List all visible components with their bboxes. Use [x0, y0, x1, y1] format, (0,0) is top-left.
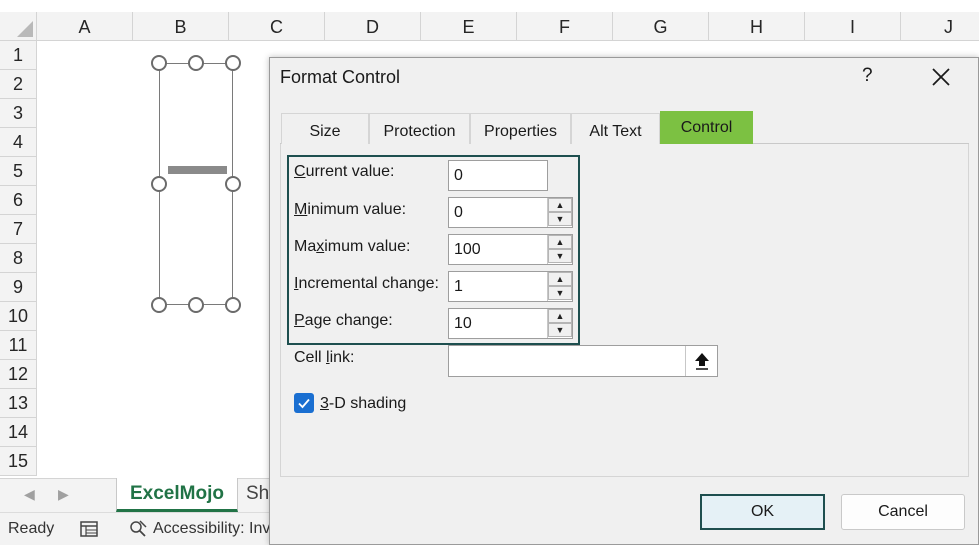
row-header-13[interactable]: 13 — [0, 389, 37, 418]
column-header-j[interactable]: J — [901, 12, 979, 41]
row-header-14[interactable]: 14 — [0, 418, 37, 447]
row-header-2[interactable]: 2 — [0, 70, 37, 99]
column-header-g[interactable]: G — [613, 12, 709, 41]
row-header-6[interactable]: 6 — [0, 186, 37, 215]
spin-up-icon[interactable]: ▲ — [548, 235, 572, 249]
scroll-tabs-left-icon[interactable]: ◀ — [24, 486, 35, 503]
tab-size[interactable]: Size — [281, 113, 369, 144]
row-header-12[interactable]: 12 — [0, 360, 37, 389]
row-header-10[interactable]: 10 — [0, 302, 37, 331]
column-header-d[interactable]: D — [325, 12, 421, 41]
tab-control[interactable]: Control — [660, 111, 753, 144]
cell-link-input[interactable] — [448, 345, 718, 377]
arrow-up-icon — [694, 353, 709, 370]
maximum-value-label: Maximum value: — [294, 238, 411, 255]
page-change-spinner: ▲ ▼ — [547, 309, 572, 338]
current-value-input[interactable]: 0 — [448, 160, 548, 191]
row-header-9[interactable]: 9 — [0, 273, 37, 302]
row-header-15[interactable]: 15 — [0, 447, 37, 476]
tab-alt-text[interactable]: Alt Text — [571, 113, 660, 144]
scroll-bar-thumb[interactable] — [168, 166, 227, 174]
resize-handle-bottom[interactable] — [188, 297, 204, 313]
row-header-3[interactable]: 3 — [0, 99, 37, 128]
row-header-11[interactable]: 11 — [0, 331, 37, 360]
cell-link-label: Cell link: — [294, 349, 355, 366]
incremental-change-label: Incremental change: — [294, 275, 439, 292]
ok-button[interactable]: OK — [700, 494, 825, 530]
3d-shading-checkbox[interactable] — [294, 393, 314, 413]
status-accessibility[interactable]: Accessibility: Inve — [153, 520, 279, 538]
column-header-h[interactable]: H — [709, 12, 805, 41]
maximum-value-spinner: ▲ ▼ — [547, 235, 572, 264]
accessibility-icon[interactable] — [128, 519, 148, 539]
row-header-4[interactable]: 4 — [0, 128, 37, 157]
cell-mode-icon[interactable] — [80, 519, 100, 539]
minimum-value-spinner: ▲ ▼ — [547, 198, 572, 227]
row-header-5[interactable]: 5 — [0, 157, 37, 186]
spin-down-icon[interactable]: ▼ — [548, 249, 572, 263]
sheet-tab-next[interactable]: Sh — [246, 478, 269, 512]
tab-protection[interactable]: Protection — [369, 113, 470, 144]
spin-up-icon[interactable]: ▲ — [548, 309, 572, 323]
cancel-button[interactable]: Cancel — [841, 494, 965, 530]
spin-up-icon[interactable]: ▲ — [548, 198, 572, 212]
resize-handle-left[interactable] — [151, 176, 167, 192]
status-ready: Ready — [8, 520, 55, 537]
resize-handle-top-right[interactable] — [225, 55, 241, 71]
close-icon[interactable] — [928, 64, 954, 90]
help-button[interactable]: ? — [862, 65, 873, 87]
incremental-change-spinner: ▲ ▼ — [547, 272, 572, 301]
column-header-a[interactable]: A — [37, 12, 133, 41]
spin-down-icon[interactable]: ▼ — [548, 286, 572, 300]
scroll-bar-control[interactable] — [159, 63, 233, 305]
spin-up-icon[interactable]: ▲ — [548, 272, 572, 286]
tab-properties[interactable]: Properties — [470, 113, 571, 144]
resize-handle-right[interactable] — [225, 176, 241, 192]
column-header-b[interactable]: B — [133, 12, 229, 41]
resize-handle-top[interactable] — [188, 55, 204, 71]
resize-handle-top-left[interactable] — [151, 55, 167, 71]
scroll-tabs-right-icon[interactable]: ▶ — [58, 486, 69, 503]
column-header-c[interactable]: C — [229, 12, 325, 41]
3d-shading-label[interactable]: 3-D shading — [320, 395, 406, 413]
current-value-label: Current value: — [294, 163, 395, 180]
spin-down-icon[interactable]: ▼ — [548, 323, 572, 337]
column-header-i[interactable]: I — [805, 12, 901, 41]
resize-handle-bottom-left[interactable] — [151, 297, 167, 313]
page-change-label: Page change: — [294, 312, 393, 329]
column-header-f[interactable]: F — [517, 12, 613, 41]
select-all-triangle-icon — [17, 21, 33, 37]
dialog-title: Format Control — [280, 67, 401, 87]
resize-handle-bottom-right[interactable] — [225, 297, 241, 313]
row-header-1[interactable]: 1 — [0, 41, 37, 70]
row-header-8[interactable]: 8 — [0, 244, 37, 273]
row-header-7[interactable]: 7 — [0, 215, 37, 244]
checkmark-icon — [298, 398, 310, 409]
sheet-tab-excelmojo[interactable]: ExcelMojo — [116, 478, 238, 512]
spin-down-icon[interactable]: ▼ — [548, 212, 572, 226]
select-all-corner[interactable] — [0, 12, 37, 41]
minimum-value-label: Minimum value: — [294, 201, 407, 218]
collapse-dialog-button[interactable] — [685, 346, 717, 376]
column-header-e[interactable]: E — [421, 12, 517, 41]
